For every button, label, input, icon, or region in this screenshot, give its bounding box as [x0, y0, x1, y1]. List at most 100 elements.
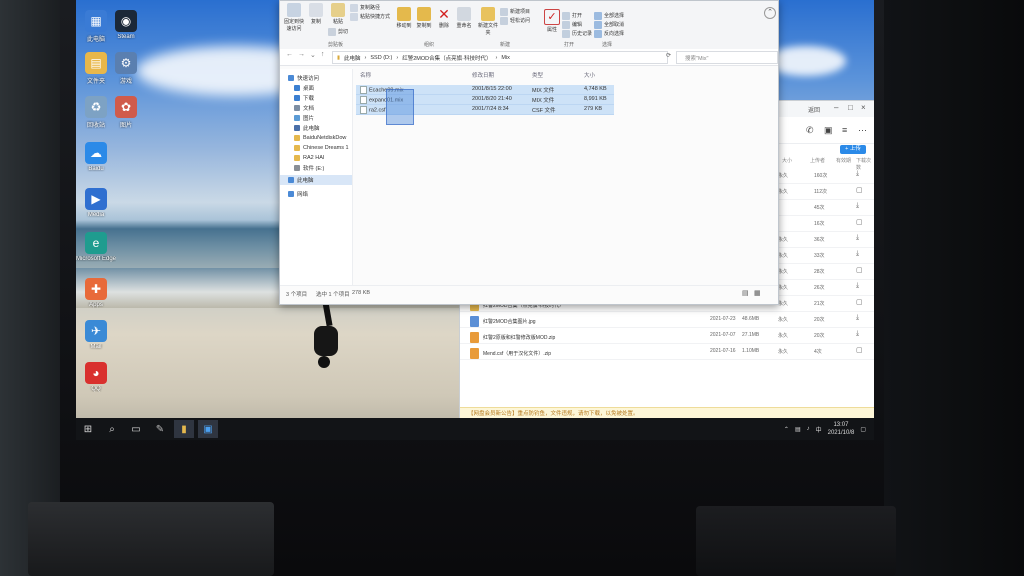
- nav-item[interactable]: 文档: [280, 103, 352, 113]
- desktop-icon[interactable]: ☁ Baidu: [76, 142, 116, 172]
- download-icon[interactable]: ⤓: [856, 170, 859, 178]
- breadcrumb[interactable]: ▮ 此电脑 › SSD (D:) › 红警2MOD合集（点亮旗·科技时代） › Mix: [332, 51, 668, 64]
- move-to-button[interactable]: 移动到: [394, 7, 414, 29]
- crumb[interactable]: SSD (D:): [370, 55, 392, 61]
- crumb[interactable]: Mix: [501, 55, 510, 61]
- crumb[interactable]: 此电脑: [344, 54, 361, 62]
- history-button[interactable]: 历史记录: [562, 29, 592, 38]
- refresh-icon[interactable]: ⟳: [666, 52, 671, 59]
- open-button[interactable]: 打开: [562, 11, 592, 20]
- col-type[interactable]: 类型: [532, 71, 543, 79]
- col-size[interactable]: 大小: [584, 71, 595, 79]
- back-icon[interactable]: ←: [286, 51, 293, 59]
- up-icon[interactable]: ↑: [321, 51, 325, 59]
- copy-to-button[interactable]: 复制到: [414, 7, 434, 29]
- volume-icon[interactable]: ♪: [807, 426, 810, 432]
- menu-icon[interactable]: ≡: [842, 125, 847, 135]
- list-item[interactable]: 红警2MOD合集图片.jpg 2021-07-23 48.6MB 永久 20次 ⤓: [460, 311, 874, 328]
- desktop-icon[interactable]: ◉ Steam: [106, 10, 146, 40]
- download-icon[interactable]: ⤓: [856, 282, 859, 290]
- pin-button[interactable]: 固定到快速访问: [284, 3, 304, 32]
- new-folder-button[interactable]: 新建文件夹: [478, 7, 498, 36]
- desktop-icon[interactable]: ✚ Apps: [76, 278, 116, 308]
- network-icon[interactable]: ▤: [795, 426, 801, 433]
- select-none-button[interactable]: 全部取消: [594, 20, 624, 29]
- large-icons-view-icon[interactable]: ▦: [754, 289, 761, 297]
- properties-button[interactable]: ✓ 属性: [542, 9, 562, 33]
- download-icon[interactable]: ⤓: [856, 234, 859, 242]
- start-icon[interactable]: ⊞: [78, 420, 98, 438]
- col-name[interactable]: 名称: [360, 71, 371, 79]
- nav-item[interactable]: 此电脑: [280, 123, 352, 133]
- network[interactable]: 网络: [280, 189, 352, 199]
- nav-item[interactable]: 下载: [280, 93, 352, 103]
- download-icon[interactable]: ▢: [856, 186, 863, 194]
- file-explorer-icon[interactable]: ▮: [174, 420, 194, 438]
- col-expire[interactable]: 有效期: [836, 157, 851, 164]
- easy-access-button[interactable]: 轻松访问: [500, 16, 530, 25]
- baidu-back-button[interactable]: 返回: [808, 105, 820, 114]
- download-icon[interactable]: ⤓: [856, 330, 859, 338]
- paste-button[interactable]: 粘贴: [328, 3, 348, 25]
- paste-shortcut-button[interactable]: 粘贴快捷方式: [350, 12, 390, 21]
- download-icon[interactable]: ⤓: [856, 314, 859, 322]
- notification-icon[interactable]: ▢: [860, 426, 866, 433]
- edit-button[interactable]: 编辑: [562, 20, 592, 29]
- desktop-icon[interactable]: ✿ 图片: [106, 96, 146, 129]
- desktop-icon[interactable]: e Microsoft Edge: [76, 232, 116, 262]
- download-icon[interactable]: ⤓: [856, 250, 859, 258]
- download-icon[interactable]: ▢: [856, 346, 863, 354]
- nav-item[interactable]: 软件 (E:): [280, 163, 352, 173]
- nav-item[interactable]: RA2 HAI: [280, 153, 352, 163]
- close-icon[interactable]: ×: [861, 103, 866, 112]
- invert-selection-button[interactable]: 反向选择: [594, 29, 624, 38]
- phone-icon[interactable]: ✆: [806, 125, 814, 136]
- download-icon[interactable]: ▢: [856, 218, 863, 226]
- crumb[interactable]: 红警2MOD合集（点亮旗·科技时代）: [402, 54, 491, 62]
- search-icon[interactable]: ⌕: [102, 420, 122, 438]
- quick-access[interactable]: 快速访问: [280, 73, 352, 83]
- nav-item[interactable]: 图片: [280, 113, 352, 123]
- download-icon[interactable]: ▢: [856, 266, 863, 274]
- desktop-icon[interactable]: ◕ QQ: [76, 362, 116, 392]
- nav-item[interactable]: Chinese Dreams 1: [280, 143, 352, 153]
- details-view-icon[interactable]: ▤: [742, 289, 749, 297]
- copy-button[interactable]: 复制: [306, 3, 326, 25]
- maximize-icon[interactable]: □: [848, 103, 853, 112]
- nav-item[interactable]: BaiduNetdiskDow: [280, 133, 352, 143]
- search-input[interactable]: 搜索"Mix": [676, 51, 778, 64]
- forward-icon[interactable]: →: [298, 51, 305, 59]
- col-size[interactable]: 大小: [782, 157, 792, 164]
- download-icon[interactable]: ▢: [856, 298, 863, 306]
- list-item[interactable]: 红警2原版和红警修改版MOD.zip 2021-07-07 27.1MB 永久 20次 ⤓: [460, 327, 874, 344]
- desktop-icon[interactable]: ✈ Mail: [76, 320, 116, 350]
- list-item[interactable]: Mend.csf（用于汉化文件）.zip 2021-07-16 1.10MB 永久 4次…: [460, 343, 874, 360]
- col-uploader[interactable]: 上传者: [810, 157, 825, 164]
- tray-expand-icon[interactable]: ⌃: [784, 426, 789, 433]
- desktop-icon[interactable]: ▶ Media: [76, 188, 116, 218]
- col-date[interactable]: 修改日期: [472, 71, 494, 79]
- upload-button[interactable]: + 上传: [840, 145, 866, 154]
- desktop-icon[interactable]: ⚙ 游戏: [106, 52, 146, 85]
- copy-path-button[interactable]: 复制路径: [350, 3, 390, 12]
- rename-button[interactable]: 重命名: [454, 7, 474, 29]
- app-icon: ◕: [85, 362, 107, 384]
- more-icon[interactable]: ⋯: [858, 125, 867, 136]
- task-view-icon[interactable]: ▭: [126, 420, 146, 438]
- select-all-button[interactable]: 全部选择: [594, 11, 624, 20]
- ime-icon[interactable]: 中: [816, 425, 822, 434]
- download-icon[interactable]: ⤓: [856, 202, 859, 210]
- this-pc[interactable]: 此电脑: [280, 175, 352, 185]
- clock[interactable]: 13:07 2021/10/8: [828, 421, 855, 437]
- baidu-netdisk-icon[interactable]: ▣: [198, 420, 218, 438]
- new-item-button[interactable]: 新建项目: [500, 7, 530, 16]
- delete-button[interactable]: ✕ 删除: [434, 7, 454, 29]
- chat-icon[interactable]: ▣: [824, 125, 833, 136]
- cut-button[interactable]: 剪切: [328, 27, 348, 36]
- history-dropdown-icon[interactable]: ⌄: [310, 51, 316, 59]
- file-date: 2021-07-07: [710, 332, 736, 338]
- collapse-ribbon-icon[interactable]: ⌃: [764, 7, 776, 19]
- app-icon[interactable]: ✎: [150, 420, 170, 438]
- minimize-icon[interactable]: –: [834, 103, 838, 112]
- nav-item[interactable]: 桌面: [280, 83, 352, 93]
